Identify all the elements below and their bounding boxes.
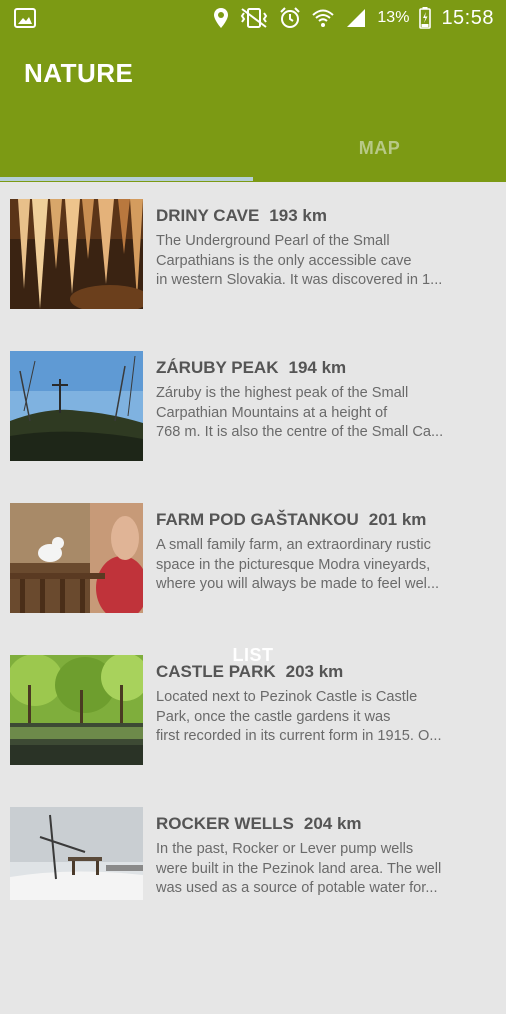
image-icon	[14, 8, 36, 28]
item-distance: 193 km	[269, 206, 327, 225]
app-bar: NATURE	[0, 36, 506, 114]
item-header: FARM POD GAŠTANKOU 201 km	[156, 510, 426, 530]
desc-line: in western Slovakia. It was discovered i…	[156, 272, 443, 288]
wifi-icon	[311, 7, 335, 29]
peak-thumbnail	[10, 351, 143, 461]
item-header: ZÁRUBY PEAK 194 km	[156, 358, 346, 378]
item-title: CASTLE PARK	[156, 662, 276, 681]
item-header: DRINY CAVE 193 km	[156, 206, 327, 226]
status-icons: 13% 15:58	[213, 0, 494, 36]
list-item[interactable]: CASTLE PARK 203 km Located next to Pezino…	[0, 638, 506, 790]
list-item[interactable]: ZÁRUBY PEAK 194 km Záruby is the highest …	[0, 334, 506, 486]
location-icon	[213, 7, 229, 29]
desc-line: Carpathian Mountains at a height of	[156, 404, 388, 421]
item-description: Located next to Pezinok Castle is Castle…	[156, 688, 486, 747]
tab-bar: LIST MAP	[0, 114, 506, 665]
wells-thumbnail	[10, 807, 143, 900]
item-distance: 203 km	[285, 662, 344, 681]
item-distance: 194 km	[288, 358, 347, 377]
tab-indicator	[0, 177, 253, 181]
app-title: NATURE	[24, 58, 134, 88]
desc-line: The Underground Pearl of the Small	[156, 233, 390, 249]
cave-thumbnail	[10, 199, 143, 309]
item-distance: 201 km	[368, 510, 427, 529]
item-description: Záruby is the highest peak of the Small …	[156, 384, 486, 443]
park-thumbnail	[10, 655, 143, 765]
list-item[interactable]: ROCKER WELLS 204 km In the past, Rocker o…	[0, 790, 506, 900]
alarm-icon	[279, 7, 301, 29]
item-description: A small family farm, an extraordinary ru…	[156, 536, 486, 595]
list-item[interactable]: FARM POD GAŠTANKOU 201 km A small family …	[0, 486, 506, 638]
vibrate-icon	[239, 7, 269, 29]
item-title: ZÁRUBY PEAK	[156, 358, 279, 377]
item-description: The Underground Pearl of the Small Carpa…	[156, 232, 486, 291]
desc-line: were built in the Pezinok land area. The…	[156, 860, 442, 877]
desc-line: Záruby is the highest peak of the Small	[156, 385, 409, 401]
desc-line: In the past, Rocker or Lever pump wells	[156, 841, 414, 857]
item-title: FARM POD GAŠTANKOU	[156, 510, 359, 529]
item-title: DRINY CAVE	[156, 206, 260, 225]
desc-line: Located next to Pezinok Castle is Castle	[156, 689, 418, 705]
item-description: In the past, Rocker or Lever pump wells …	[156, 840, 486, 899]
battery-percent: 13%	[377, 9, 410, 26]
places-list: DRINY CAVE 193 km The Underground Pearl o…	[0, 182, 506, 900]
item-title: ROCKER WELLS	[156, 814, 294, 833]
desc-line: 768 m. It is also the centre of the Smal…	[156, 424, 444, 440]
desc-line: space in the picturesque Modra vineyards…	[156, 556, 431, 573]
desc-line: A small family farm, an extraordinary ru…	[156, 537, 431, 553]
desc-line: first recorded in its current form in 19…	[156, 728, 442, 744]
list-item[interactable]: DRINY CAVE 193 km The Underground Pearl o…	[0, 182, 506, 334]
farm-thumbnail	[10, 503, 143, 613]
desc-line: Carpathians is the only accessible cave	[156, 252, 412, 269]
desc-line: Park, once the castle gardens it was	[156, 708, 391, 725]
status-bar: 13% 15:58	[0, 0, 506, 36]
desc-line: where you will always be made to feel we…	[156, 576, 440, 592]
tab-map[interactable]: MAP	[253, 114, 506, 182]
item-header: CASTLE PARK 203 km	[156, 662, 343, 682]
clock: 15:58	[441, 6, 494, 29]
item-header: ROCKER WELLS 204 km	[156, 814, 362, 834]
battery-icon	[419, 7, 432, 29]
item-distance: 204 km	[303, 814, 362, 833]
desc-line: was used as a source of potable water fo…	[156, 880, 438, 896]
signal-icon	[345, 7, 367, 29]
